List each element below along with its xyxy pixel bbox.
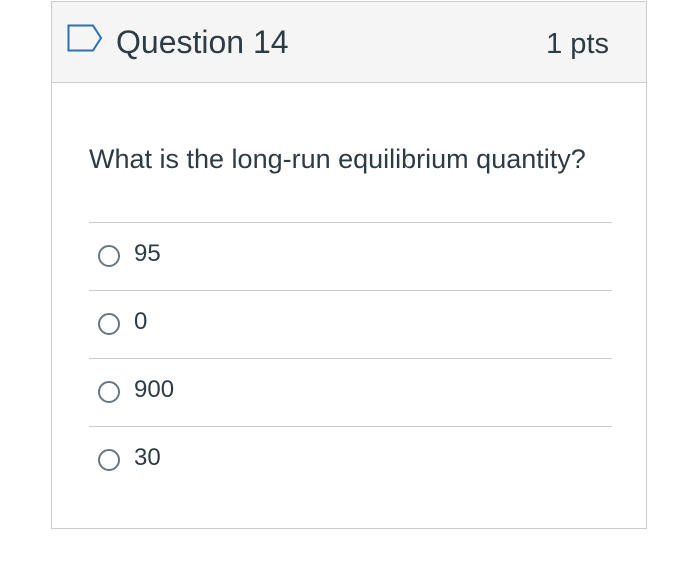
question-points: 1 pts <box>546 28 609 60</box>
radio-button[interactable] <box>98 449 120 471</box>
radio-button[interactable] <box>98 245 120 267</box>
answer-label[interactable]: 900 <box>134 375 174 405</box>
answer-list: 95 0 900 30 <box>89 222 612 494</box>
answer-option[interactable]: 30 <box>89 426 612 494</box>
question-card: Question 14 1 pts What is the long-run e… <box>51 1 647 529</box>
answer-option[interactable]: 95 <box>89 222 612 290</box>
question-prompt: What is the long-run equilibrium quantit… <box>89 144 586 174</box>
answer-label[interactable]: 30 <box>134 443 161 473</box>
question-title: Question 14 <box>116 24 289 60</box>
radio-button[interactable] <box>98 381 120 403</box>
answer-option[interactable]: 900 <box>89 358 612 426</box>
flag-icon[interactable] <box>67 24 103 52</box>
radio-button[interactable] <box>98 313 120 335</box>
question-header: Question 14 1 pts <box>52 2 646 83</box>
answer-label[interactable]: 95 <box>134 239 161 269</box>
answer-option[interactable]: 0 <box>89 290 612 358</box>
answer-label[interactable]: 0 <box>134 307 147 337</box>
